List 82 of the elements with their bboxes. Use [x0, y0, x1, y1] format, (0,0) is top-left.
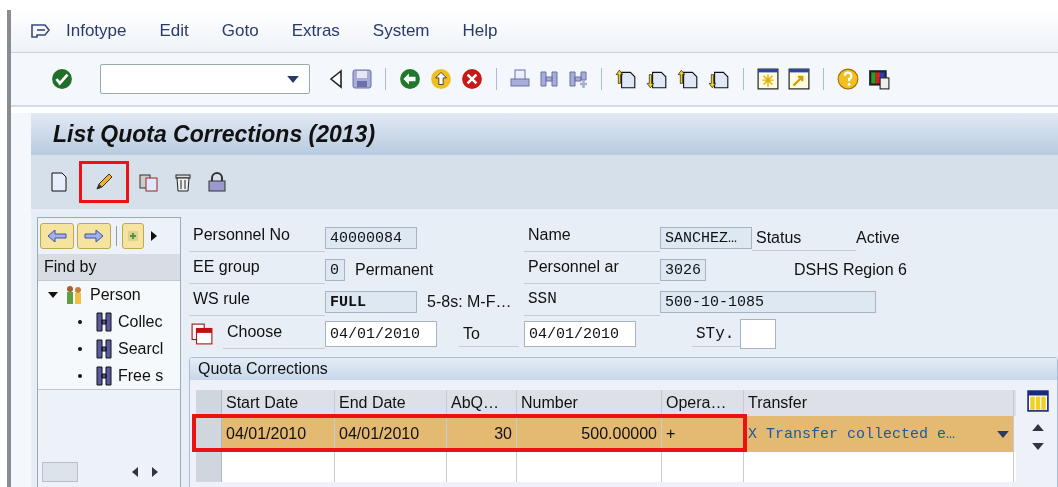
binoculars-icon	[96, 311, 112, 332]
to-date-field[interactable]: 04/01/2010	[524, 321, 636, 347]
personnel-area-text: DSHS Region 6	[794, 261, 907, 279]
select-all-cell[interactable]	[196, 390, 222, 416]
find-by-header: Find by	[38, 254, 180, 281]
people-icon	[64, 284, 84, 305]
left-arrow-icon	[46, 229, 68, 243]
exit-icon[interactable]	[430, 68, 452, 90]
field-label: To	[459, 321, 519, 347]
command-field[interactable]	[100, 64, 310, 94]
personnel-number-field: 40000084	[325, 227, 417, 249]
caret-icon[interactable]	[997, 430, 1009, 438]
ws-rule-field: FULL	[325, 291, 417, 313]
field-label: Status	[752, 225, 856, 251]
new-session-icon[interactable]	[757, 68, 779, 90]
previous-button[interactable]	[40, 223, 74, 249]
calendar-icon[interactable]	[191, 323, 213, 345]
menu-item[interactable]: System	[372, 21, 430, 41]
more-arrow-icon[interactable]	[151, 231, 157, 241]
menu-item[interactable]: Edit	[159, 21, 189, 41]
caret-icon[interactable]	[287, 76, 299, 83]
column-header[interactable]: End Date	[335, 390, 447, 416]
ssn-field: 500-10-1085	[660, 291, 876, 313]
column-header[interactable]: Start Date	[222, 390, 335, 416]
ws-rule-text: 5-8s: M-F…	[427, 293, 512, 311]
menu-item[interactable]: Goto	[221, 21, 259, 41]
tree-item[interactable]: Searcl	[118, 339, 164, 358]
scroll-down-icon[interactable]	[1032, 443, 1044, 450]
page-arrow-icon[interactable]	[677, 68, 699, 90]
pencil-icon	[94, 172, 114, 192]
from-date-field[interactable]: 04/01/2010	[325, 321, 437, 347]
scroll-up-icon[interactable]	[1032, 424, 1044, 431]
enter-icon[interactable]	[51, 68, 73, 90]
tree-item[interactable]: Free s	[118, 366, 164, 385]
expand-arrow-icon[interactable]	[48, 289, 58, 300]
transfer-dropdown[interactable]: X Transfer collected e…	[744, 416, 1014, 452]
change-button[interactable]	[79, 161, 129, 203]
ee-group-field: 0	[325, 259, 345, 281]
add-person-button[interactable]	[122, 223, 144, 249]
find-next-icon[interactable]	[568, 69, 588, 89]
print-icon[interactable]	[510, 69, 530, 89]
status-text: Active	[856, 229, 900, 247]
ee-group-text: Permanent	[355, 261, 434, 279]
system-menu-icon[interactable]	[30, 23, 52, 39]
shortcut-icon[interactable]	[788, 68, 810, 90]
help-icon[interactable]	[837, 68, 859, 90]
save-icon[interactable]	[352, 69, 372, 89]
bullet-icon	[78, 373, 82, 378]
back-triangle-icon[interactable]	[329, 69, 343, 89]
column-header[interactable]: Opera…	[662, 390, 744, 416]
name-field: SANCHEZ…	[660, 227, 752, 249]
bullet-icon	[78, 319, 82, 324]
menu-item[interactable]: Infotype	[66, 21, 127, 41]
scroll-right-icon[interactable]	[152, 467, 158, 477]
cancel-icon[interactable]	[461, 68, 483, 90]
layout-icon[interactable]	[868, 68, 890, 90]
find-icon[interactable]	[539, 69, 559, 89]
panel-title: Quota Corrections	[198, 360, 328, 378]
lock-icon	[207, 172, 227, 192]
page-icon	[49, 172, 69, 192]
column-settings-icon[interactable]	[1027, 390, 1049, 412]
plus-icon	[127, 228, 139, 244]
binoculars-icon	[96, 365, 112, 386]
tree-item[interactable]: Collec	[118, 312, 163, 331]
scroll-left-icon[interactable]	[132, 467, 138, 477]
next-button[interactable]	[77, 223, 111, 249]
bullet-icon	[78, 346, 82, 351]
back-icon[interactable]	[399, 68, 421, 90]
copy-icon	[139, 172, 159, 192]
right-arrow-icon	[83, 229, 105, 243]
column-header[interactable]: AbQ…	[447, 390, 517, 416]
screen-title: List Quota Corrections (2013)	[53, 120, 376, 148]
splitter-handle[interactable]	[42, 462, 78, 482]
personnel-area-field: 3026	[660, 259, 706, 281]
column-header[interactable]: Number	[517, 390, 662, 416]
menu-item[interactable]: Help	[462, 21, 498, 41]
sty-field[interactable]	[740, 319, 776, 349]
tree-item[interactable]: Person	[90, 285, 141, 304]
page-arrow-icon[interactable]	[615, 68, 637, 90]
trash-icon	[173, 172, 193, 192]
binoculars-icon	[96, 338, 112, 359]
menu-item[interactable]: Extras	[291, 21, 340, 41]
